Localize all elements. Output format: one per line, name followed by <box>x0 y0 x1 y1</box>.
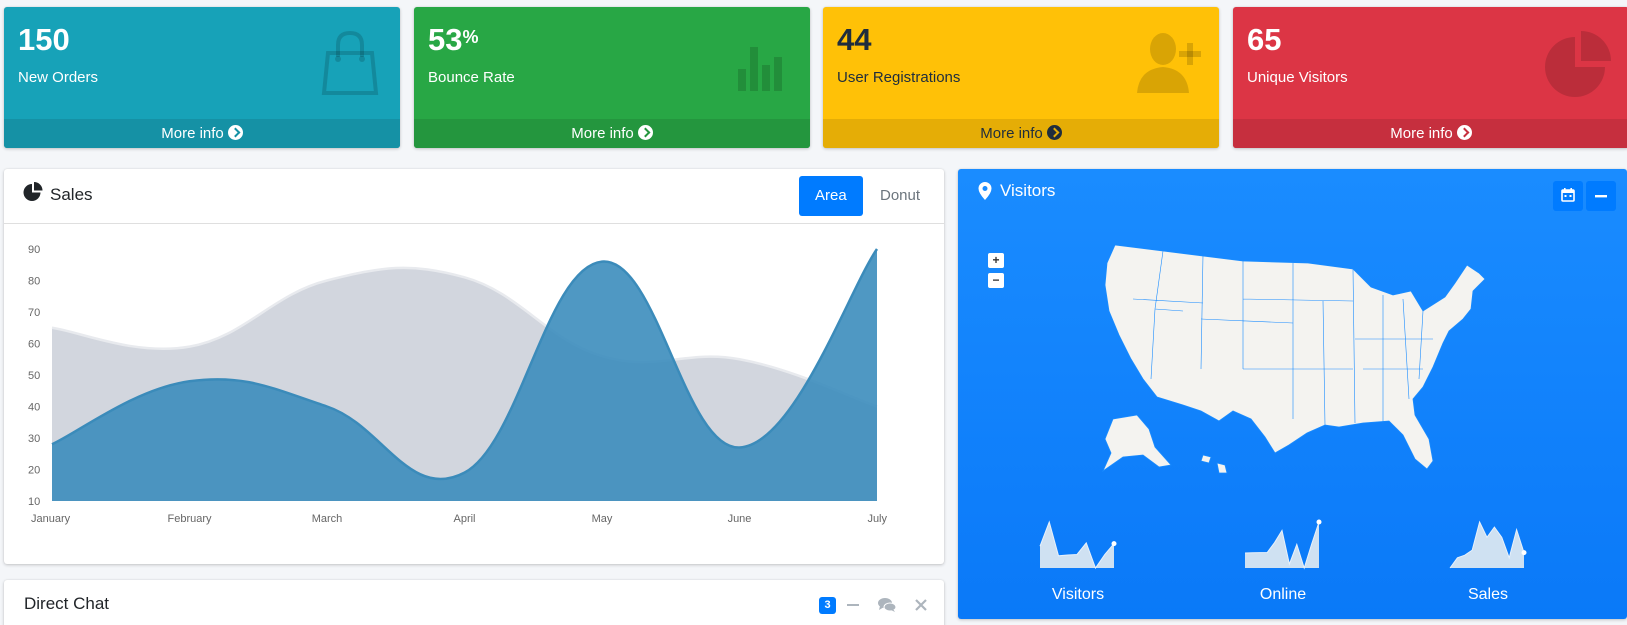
close-icon[interactable] <box>910 594 932 616</box>
chat-message-count-badge: 3 <box>819 597 836 614</box>
visitors-card: Visitors + − Visitors Online Sales <box>958 169 1627 619</box>
arrow-circle-right-icon <box>637 125 653 140</box>
sparkline-end-point <box>1521 550 1527 556</box>
y-tick-label: 50 <box>28 370 40 382</box>
x-tick-label: July <box>867 513 887 525</box>
visitors-sparkline <box>1039 520 1117 570</box>
x-tick-label: April <box>453 513 475 525</box>
y-tick-label: 20 <box>28 465 40 477</box>
sparkline-area <box>1245 522 1319 568</box>
stat-box-inner: 53% Bounce Rate <box>414 7 810 119</box>
sparkline-label-online: Online <box>1259 586 1307 603</box>
comments-icon[interactable] <box>876 594 898 616</box>
more-info-label: More info <box>161 125 224 142</box>
more-info-link[interactable]: More info <box>414 119 810 148</box>
map-region-contiguous-us <box>1104 244 1486 470</box>
y-tick-label: 90 <box>28 244 40 256</box>
chat-title: Direct Chat <box>24 594 110 613</box>
tab-donut[interactable]: Donut <box>864 176 936 216</box>
date-range-button[interactable] <box>1553 181 1583 211</box>
sales-card-header: Sales Area Donut <box>4 169 944 224</box>
map-marker-icon <box>978 182 992 200</box>
dashboard: 150 New Orders More info 53% Bounce Rate… <box>0 0 1627 625</box>
sparkline-end-point <box>1111 541 1117 547</box>
calendar-icon <box>1561 188 1575 202</box>
direct-chat-card: Direct Chat 3 <box>4 580 944 625</box>
more-info-label: More info <box>571 125 634 142</box>
sales-card: Sales Area Donut 10 20 30 40 50 60 70 80 90 Janua… <box>4 169 944 564</box>
x-tick-label: March <box>312 513 343 525</box>
arrow-circle-right-icon <box>1456 125 1472 140</box>
x-tick-label: June <box>728 513 752 525</box>
pie-chart-icon <box>23 182 43 201</box>
y-tick-label: 10 <box>28 496 40 508</box>
more-info-label: More info <box>1390 125 1453 142</box>
online-sparkline <box>1244 519 1322 570</box>
y-tick-label: 40 <box>28 402 40 414</box>
arrow-circle-right-icon <box>227 125 243 140</box>
stat-box-unique-visitors: 65 Unique Visitors More info <box>1233 7 1627 148</box>
pie-chart-icon <box>1545 31 1611 97</box>
sparkline-label-sales: Sales <box>1467 586 1509 603</box>
more-info-link[interactable]: More info <box>823 119 1219 148</box>
y-tick-label: 60 <box>28 339 40 351</box>
stat-box-inner: 150 New Orders <box>4 7 400 119</box>
collapse-button[interactable] <box>1586 181 1616 211</box>
user-plus-icon <box>1137 33 1201 93</box>
more-info-label: More info <box>980 125 1043 142</box>
map-region-hawaii <box>1200 454 1228 474</box>
sparkline-end-point <box>1316 519 1322 525</box>
x-tick-label: May <box>592 513 613 525</box>
stat-box-user-registrations: 44 User Registrations More info <box>823 7 1219 148</box>
sales-sparkline <box>1449 520 1527 569</box>
y-tick-label: 80 <box>28 276 40 288</box>
more-info-link[interactable]: More info <box>1233 119 1627 148</box>
y-tick-label: 30 <box>28 433 40 445</box>
usa-map <box>1102 244 1486 474</box>
sparkline-label-visitors: Visitors <box>1051 586 1105 603</box>
minus-icon <box>1595 195 1607 198</box>
bar-chart-icon <box>738 47 782 91</box>
y-tick-label: 70 <box>28 307 40 319</box>
sales-title: Sales <box>50 185 93 204</box>
stat-box-new-orders: 150 New Orders More info <box>4 7 400 148</box>
stat-box-inner: 44 User Registrations <box>823 7 1219 119</box>
more-info-link[interactable]: More info <box>4 119 400 148</box>
stat-box-bounce-rate: 53% Bounce Rate More info <box>414 7 810 148</box>
sales-area-chart: 10 20 30 40 50 60 70 80 90 January February March Ap… <box>28 244 887 525</box>
map-zoom-in-button[interactable]: + <box>988 253 1004 268</box>
tab-area[interactable]: Area <box>799 176 863 216</box>
map-region-alaska <box>1102 414 1172 473</box>
x-tick-label: February <box>167 513 212 525</box>
minus-icon[interactable] <box>842 594 864 616</box>
shopping-bag-icon <box>321 30 379 95</box>
arrow-circle-right-icon <box>1046 125 1062 140</box>
visitors-title: Visitors <box>1000 181 1056 200</box>
x-tick-label: January <box>31 513 71 525</box>
map-zoom-out-button[interactable]: − <box>988 273 1004 288</box>
stat-box-inner: 65 Unique Visitors <box>1233 7 1627 119</box>
